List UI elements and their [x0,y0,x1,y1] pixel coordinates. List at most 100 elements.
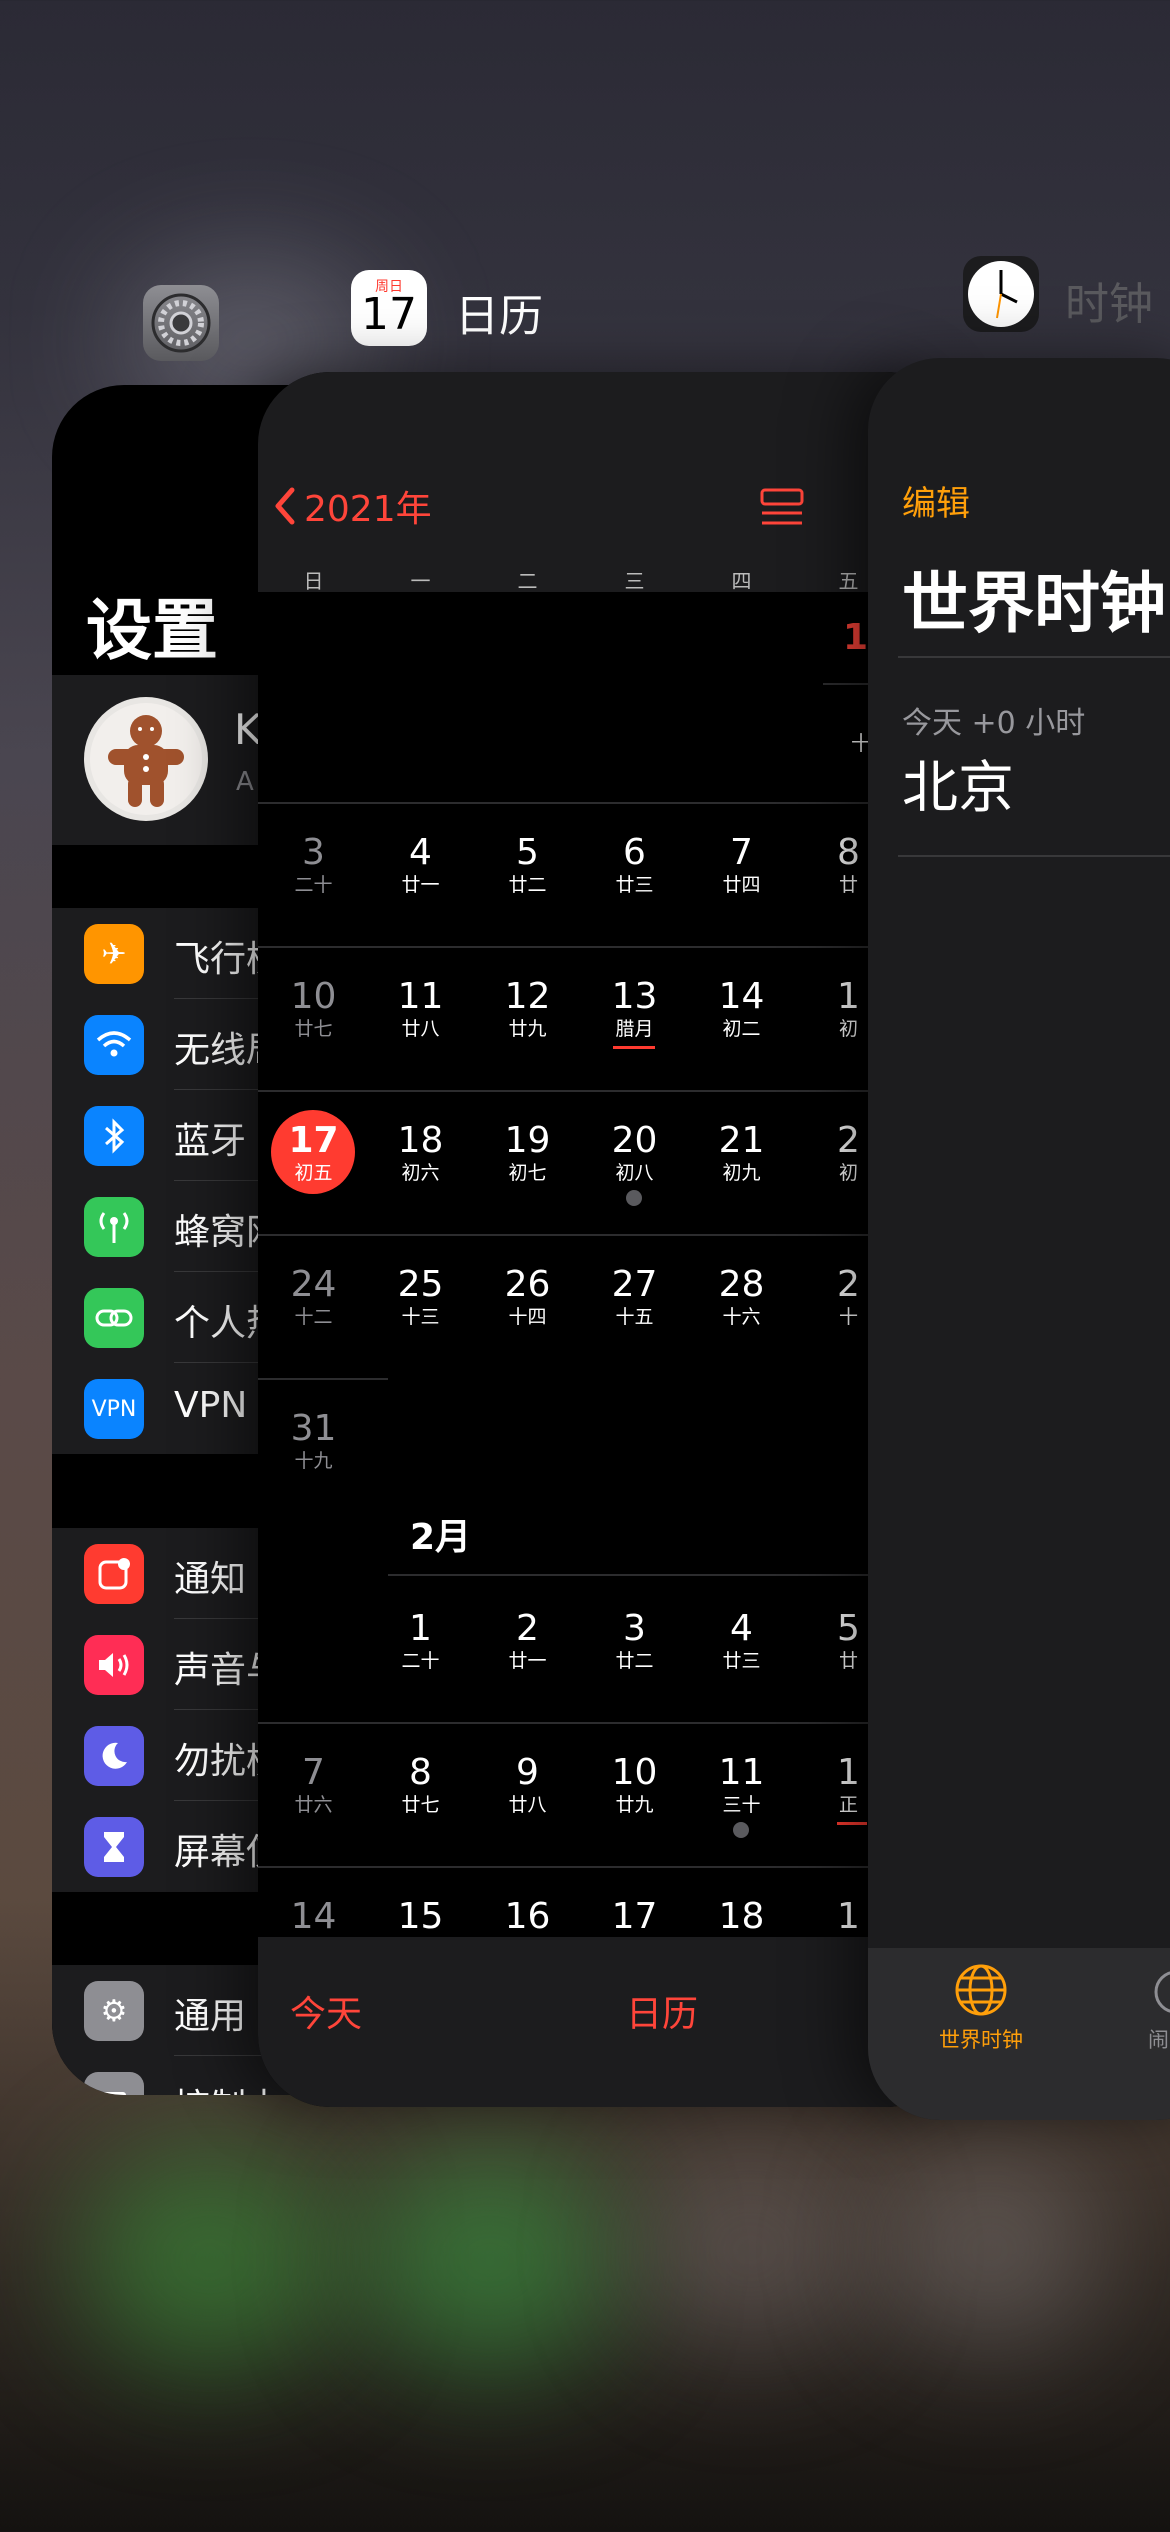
day-number: 17 [288,1120,339,1161]
weekday-label: 日 [303,569,324,593]
clock-app-icon[interactable] [963,256,1039,332]
calendar-day[interactable]: 24 十二 [260,1264,367,1328]
moon-icon [84,1726,144,1786]
day-number: 31 [290,1408,337,1449]
calendar-day[interactable]: 13 腊月 [581,976,688,1040]
globe-icon [955,1964,1007,2016]
calendar-day[interactable]: 3 二十 [260,832,367,896]
calendar-app-title: 日历 [455,291,543,342]
calendar-day[interactable]: 6 廿三 [581,832,688,896]
back-to-year-button[interactable]: 2021年 [272,480,432,532]
settings-app-icon[interactable] [143,285,219,361]
calendar-day[interactable]: 18 初六 [367,1120,474,1184]
bluetooth-icon [84,1106,144,1166]
calendar-day[interactable]: 15 [367,1896,474,1938]
lunar-date: 十五 [615,1306,654,1328]
calendar-day[interactable]: 11 廿八 [367,976,474,1040]
weekday-label: 一 [410,569,431,593]
edit-button[interactable]: 编辑 [902,476,970,525]
calendar-day[interactable]: 4 廿三 [688,1608,795,1672]
event-dot [733,1822,749,1838]
lunar-date: 十九 [294,1450,333,1472]
lunar-date: 十六 [722,1306,761,1328]
calendar-day[interactable]: 10 廿七 [260,976,367,1040]
calendar-day[interactable]: 11 三十 [688,1752,795,1816]
calendar-day-today[interactable]: 17 初五 [260,1120,367,1184]
calendar-day[interactable]: 12 廿九 [474,976,581,1040]
calendar-day[interactable]: 20 初八 [581,1120,688,1184]
calendar-app-card[interactable]: 2021年 日一二三四五 1 十 3 二十 4 廿一 5 廿二 6 廿三 7 廿四 8 廿 10 廿七 11 廿八… [258,372,958,2107]
calendar-day[interactable]: 5 廿二 [474,832,581,896]
calendar-day[interactable]: 9 廿八 [474,1752,581,1816]
lunar-date: 廿九 [615,1794,654,1816]
calendar-day[interactable]: 4 廿一 [367,832,474,896]
month-label-february: 2月 [410,1517,472,1558]
calendar-app-icon[interactable]: 周日 17 [351,270,427,346]
calendar-nav-bar: 2021年 日一二三四五 [258,372,958,593]
list-view-icon[interactable] [760,488,804,528]
day-number: 10 [290,976,337,1017]
tab-world-clock[interactable]: 世界时钟 [926,1962,1036,2054]
calendar-day[interactable]: 2 廿一 [474,1608,581,1672]
calendar-day[interactable]: 26 十四 [474,1264,581,1328]
lunar-date: 廿七 [294,1018,333,1040]
calendar-day[interactable]: 16 [474,1896,581,1938]
today-button[interactable]: 今天 [290,1985,362,2037]
back-label: 2021年 [304,489,432,530]
dock-blur-green-1 [80,2150,340,2370]
calendar-day[interactable]: 14 [260,1896,367,1938]
calendar-day[interactable]: 7 廿六 [260,1752,367,1816]
calendar-day[interactable]: 19 初七 [474,1120,581,1184]
month-start-underline [613,1046,655,1049]
clock-app-card[interactable]: 编辑 世界时钟 今天 +0 小时 北京 世界时钟 闹 [868,358,1170,2120]
lunar-date: 初八 [615,1162,654,1184]
calendar-day[interactable]: 8 廿七 [367,1752,474,1816]
calendar-day[interactable]: 7 廿四 [688,832,795,896]
lunar-date: 二十 [401,1650,440,1672]
clock-app-title: 时钟 [1065,279,1153,330]
tab-alarm[interactable]: 闹 [1148,1962,1170,2054]
day-number: 20 [611,1120,658,1161]
calendar-day[interactable]: 28 十六 [688,1264,795,1328]
gingerbread-man-icon [90,703,202,815]
clock-tab-bar: 世界时钟 闹 [868,1948,1170,2120]
settings-title: 设置 [86,592,218,669]
calendar-day[interactable]: 3 廿二 [581,1608,688,1672]
lunar-date: 初二 [722,1018,761,1040]
day-number: 2 [516,1608,539,1649]
lunar-date: 廿一 [508,1650,547,1672]
lunar-date: 十三 [401,1306,440,1328]
alarm-clock-icon [1154,1971,1170,2013]
dock-blur-green-2 [360,2150,620,2370]
vpn-icon: VPN [84,1379,144,1439]
lunar-date: 初六 [401,1162,440,1184]
calendar-day[interactable]: 18 [688,1896,795,1938]
lunar-date: 廿八 [508,1794,547,1816]
city-name: 北京 [902,756,1014,821]
day-number: 3 [623,1608,646,1649]
divider [898,656,1170,658]
calendar-day[interactable]: 25 十三 [367,1264,474,1328]
lunar-date: 廿一 [401,874,440,896]
calendar-day[interactable]: 31 十九 [260,1408,367,1472]
calendar-icon-day: 17 [361,289,417,340]
day-number: 7 [730,832,753,873]
calendar-tab-bar: 今天 日历 [258,1937,958,2107]
calendar-day[interactable]: 14 初二 [688,976,795,1040]
month-start-underline [837,1822,867,1825]
day-number: 1 [409,1608,432,1649]
calendar-day[interactable]: 17 [581,1896,688,1938]
calendar-day[interactable]: 1 二十 [367,1608,474,1672]
lunar-date: 初九 [722,1162,761,1184]
day-number: 28 [718,1264,765,1305]
dock-blur-gray-2 [880,2150,1100,2350]
calendar-day[interactable]: 27 十五 [581,1264,688,1328]
lunar-date: 廿三 [722,1650,761,1672]
gear-icon [151,293,211,353]
weekday-label: 二 [517,569,538,593]
notification-icon [84,1544,144,1604]
calendars-button[interactable]: 日历 [626,1985,698,2037]
calendar-day[interactable]: 21 初九 [688,1120,795,1184]
calendar-day[interactable]: 10 廿九 [581,1752,688,1816]
city-offset: 今天 +0 小时 [902,706,1086,741]
